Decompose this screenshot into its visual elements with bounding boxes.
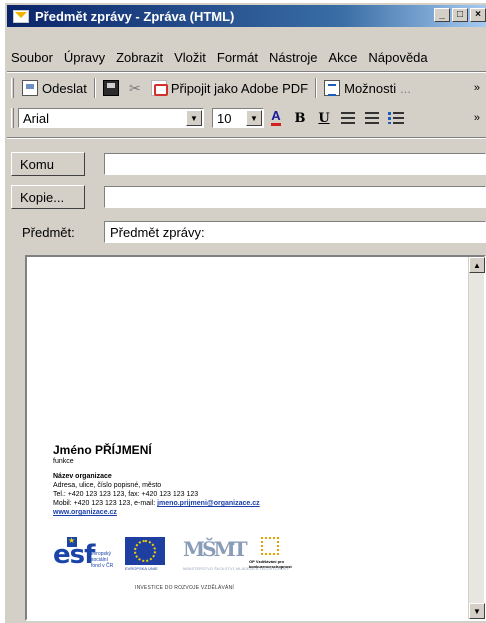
signature-phone: Tel.: +420 123 123 123, fax: +420 123 12… xyxy=(53,491,199,498)
chevron-down-icon[interactable]: ▼ xyxy=(186,110,202,126)
save-button[interactable] xyxy=(99,77,123,99)
underline-button[interactable]: U xyxy=(314,108,334,128)
menu-akce[interactable]: Akce xyxy=(324,50,361,65)
cc-row: Kopie... xyxy=(7,184,486,210)
align-center-icon xyxy=(365,112,379,124)
message-window: Předmět zprávy - Zpráva (HTML) _ □ × Sou… xyxy=(4,2,486,623)
subject-row: Předmět: Předmět zprávy: xyxy=(7,219,486,245)
font-size-select[interactable]: 10 ▼ xyxy=(212,108,264,128)
op-logo-mark xyxy=(261,537,279,555)
esf-logo-subtitle: evropský sociální fond v ČR xyxy=(91,551,114,569)
toolbar-separator xyxy=(315,78,318,98)
signature-email-link[interactable]: jmeno.prijmeni@organizace.cz xyxy=(157,500,260,507)
align-left-button[interactable] xyxy=(338,108,358,128)
font-value: Arial xyxy=(23,110,50,126)
signature-block: Jméno PŘÍJMENÍ funkce Název organizace A… xyxy=(53,443,260,517)
toolbar-separator xyxy=(93,78,96,98)
toolbar-grip[interactable] xyxy=(11,78,14,98)
to-field[interactable] xyxy=(104,153,486,175)
font-select[interactable]: Arial ▼ xyxy=(18,108,204,128)
window-title: Předmět zprávy - Zpráva (HTML) xyxy=(35,8,235,24)
title-bar[interactable]: Předmět zprávy - Zpráva (HTML) _ □ × xyxy=(7,5,486,27)
scroll-down-button[interactable]: ▼ xyxy=(469,603,485,619)
cut-button[interactable]: ✂ xyxy=(123,77,147,99)
investment-slogan: INVESTICE DO ROZVOJE VZDĚLÁVÁNÍ xyxy=(135,585,234,591)
standard-toolbar: Odeslat ✂ Připojit jako Adobe PDF Možnos… xyxy=(7,75,486,101)
op-logo: OP Vzdělávání pro konkurenceschopnost xyxy=(249,537,297,569)
msmt-logo: MŠMT MINISTERSTVO ŠKOLSTVÍ, MLÁDEŽE A TĚ… xyxy=(183,537,289,571)
op-logo-label: OP Vzdělávání pro konkurenceschopnost xyxy=(249,559,292,569)
scissors-icon: ✂ xyxy=(128,80,141,96)
signature-org: Název organizace xyxy=(53,473,112,480)
maximize-button[interactable]: □ xyxy=(452,8,468,22)
menu-bar: Soubor Úpravy Zobrazit Vložit Formát Nás… xyxy=(7,46,486,68)
msmt-logo-mark: MŠMT xyxy=(183,537,248,561)
options-ellipsis: ... xyxy=(400,80,411,96)
signature-address: Adresa, ulice, číslo popisné, město xyxy=(53,482,162,489)
options-button[interactable]: Možnosti... xyxy=(320,77,415,99)
menu-separator xyxy=(7,71,486,73)
signature-web-link[interactable]: www.organizace.cz xyxy=(53,509,117,516)
save-icon xyxy=(102,80,119,96)
toolbar-separator-line xyxy=(7,137,486,139)
cc-field[interactable] xyxy=(104,186,486,208)
bullets-button[interactable] xyxy=(386,108,406,128)
close-button[interactable]: × xyxy=(470,8,486,22)
signature-mobile-line: Mobil: +420 123 123 123, e-mail: jmeno.p… xyxy=(53,499,260,508)
bullet-list-icon xyxy=(388,111,404,125)
subject-value: Předmět zprávy: xyxy=(110,225,205,240)
menu-soubor[interactable]: Soubor xyxy=(7,50,57,65)
toolbar-grip[interactable] xyxy=(11,108,14,128)
menu-format[interactable]: Formát xyxy=(213,50,262,65)
vertical-scrollbar[interactable]: ▲ ▼ xyxy=(468,257,485,619)
minimize-button[interactable]: _ xyxy=(434,8,450,22)
font-color-icon: A xyxy=(271,109,281,126)
eu-stars-icon xyxy=(134,540,156,562)
envelope-icon xyxy=(13,9,29,23)
chevron-down-icon[interactable]: ▼ xyxy=(246,110,262,126)
eu-flag-logo xyxy=(125,537,165,565)
send-button[interactable]: Odeslat xyxy=(18,77,91,99)
eu-logo-label: EVROPSKÁ UNIE xyxy=(125,566,158,571)
font-size-value: 10 xyxy=(217,110,232,126)
pdf-icon xyxy=(150,80,168,96)
to-label: Komu xyxy=(20,156,54,172)
to-button[interactable]: Komu xyxy=(11,152,85,176)
formatting-toolbar: Arial ▼ 10 ▼ A B U » xyxy=(7,105,486,131)
attach-pdf-label: Připojit jako Adobe PDF xyxy=(170,80,309,96)
subject-label: Předmět: xyxy=(22,224,75,240)
signature-role: funkce xyxy=(53,458,74,465)
menu-nastroje[interactable]: Nástroje xyxy=(265,50,321,65)
esf-logo-text: esf xyxy=(53,540,95,570)
signature-name: Jméno PŘÍJMENÍ xyxy=(53,443,152,457)
menu-napoveda[interactable]: Nápověda xyxy=(364,50,431,65)
toolbar-overflow-icon[interactable]: » xyxy=(474,112,480,124)
scroll-up-button[interactable]: ▲ xyxy=(469,257,485,273)
options-label: Možnosti xyxy=(344,80,397,96)
funding-logos: esf evropský sociální fond v ČR EVROPSKÁ… xyxy=(53,536,303,591)
window-controls: _ □ × xyxy=(434,8,486,22)
signature-web-line: www.organizace.cz xyxy=(53,508,260,517)
attach-pdf-button[interactable]: Připojit jako Adobe PDF xyxy=(147,77,312,99)
cc-button[interactable]: Kopie... xyxy=(11,185,85,209)
signature-mobile: Mobil: +420 123 123 123, e-mail: xyxy=(53,500,158,507)
send-icon xyxy=(22,80,38,96)
font-color-button[interactable]: A xyxy=(266,108,286,128)
bold-button[interactable]: B xyxy=(290,108,310,128)
toolbar-overflow-icon[interactable]: » xyxy=(474,82,480,94)
menu-vlozit[interactable]: Vložit xyxy=(170,50,210,65)
esf-logo: esf evropský sociální fond v ČR xyxy=(53,536,119,571)
cc-label: Kopie... xyxy=(20,189,65,205)
menu-upravy[interactable]: Úpravy xyxy=(60,50,109,65)
subject-field[interactable]: Předmět zprávy: xyxy=(104,221,486,243)
message-body[interactable]: Jméno PŘÍJMENÍ funkce Název organizace A… xyxy=(25,255,486,621)
align-left-icon xyxy=(341,112,355,124)
to-row: Komu xyxy=(7,151,486,177)
options-icon xyxy=(324,80,341,96)
menu-zobrazit[interactable]: Zobrazit xyxy=(112,50,167,65)
send-label: Odeslat xyxy=(42,80,87,96)
align-center-button[interactable] xyxy=(362,108,382,128)
